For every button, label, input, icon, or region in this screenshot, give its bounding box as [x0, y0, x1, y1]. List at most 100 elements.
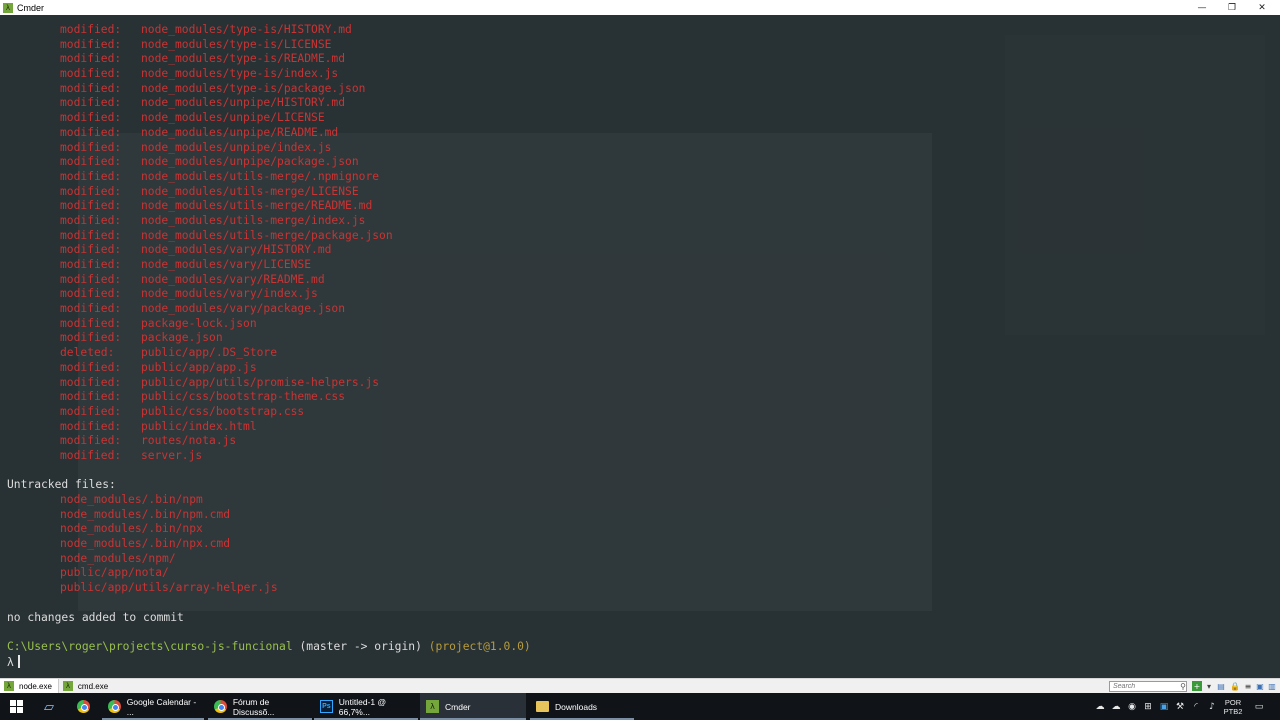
start-button[interactable] — [0, 693, 32, 720]
git-status: deleted: — [60, 346, 115, 360]
restore-button[interactable]: ❐ — [1217, 0, 1247, 15]
terminal-output: modified: node_modules/type-is/HISTORY.md… — [7, 23, 531, 669]
folder-icon — [536, 701, 549, 712]
prompt-path: C:\Users\roger\projects\curso-js-funcion… — [7, 639, 293, 653]
git-status: modified: — [60, 316, 122, 330]
changed-file-line: modified: node_modules/utils-merge/.npmig… — [7, 170, 531, 185]
file-path: node_modules/vary/README.md — [141, 272, 325, 286]
changed-file-line: modified: node_modules/type-is/index.js — [7, 67, 531, 82]
split-view-icon[interactable]: ▤ — [1216, 681, 1226, 691]
cmder-search-input[interactable] — [1109, 681, 1187, 692]
changed-file-line: modified: node_modules/vary/LICENSE — [7, 258, 531, 273]
settings-menu-icon[interactable]: ≡ — [1243, 681, 1253, 691]
git-status: modified: — [60, 67, 122, 81]
untracked-file-line: public/app/utils/array-helper.js — [60, 581, 278, 595]
tile-pane-icon[interactable]: ▥ — [1267, 681, 1277, 691]
minimize-button[interactable]: — — [1187, 0, 1217, 15]
git-status: modified: — [60, 52, 122, 66]
cloud-icon[interactable]: ☁ — [1093, 693, 1107, 720]
new-console-icon[interactable]: + — [1192, 681, 1202, 691]
taskbar-app-label: Downloads — [555, 701, 598, 712]
cmder-tab-bar: λ node.exe λ cmd.exe ⚲ + ▾ ▤ 🔒 ≡ ▣ ▥ — [0, 678, 1280, 693]
package-version: (project@1.0.0) — [428, 639, 531, 653]
git-status: modified: — [60, 184, 122, 198]
cmder-tabs: λ node.exe λ cmd.exe — [0, 679, 114, 693]
command-input-line[interactable]: λ — [7, 654, 531, 670]
network-share-icon[interactable]: ⊞ — [1141, 693, 1155, 720]
close-button[interactable]: ✕ — [1247, 0, 1277, 15]
disc-icon[interactable]: ◉ — [1125, 693, 1139, 720]
title-bar[interactable]: λ Cmder — ❐ ✕ — [0, 0, 1280, 15]
git-status: modified: — [60, 419, 122, 433]
skype-icon[interactable]: ▣ — [1157, 693, 1171, 720]
tools-icon[interactable]: ⚒ — [1173, 693, 1187, 720]
taskbar-app-label: Cmder — [445, 701, 471, 712]
taskbar-app-button[interactable]: λ Cmder — [420, 693, 526, 720]
changed-file-line: modified: node_modules/utils-merge/index.… — [7, 214, 531, 229]
cmder-app-icon: λ — [3, 2, 13, 13]
changed-file-line: modified: node_modules/unpipe/index.js — [7, 141, 531, 156]
taskbar-app-button[interactable]: Ps Untitled-1 @ 66,7%... — [314, 693, 418, 720]
taskbar-app-label: Untitled-1 @ 66,7%... — [338, 696, 387, 717]
cmder-icon: λ — [4, 681, 14, 691]
file-path: public/app/.DS_Store — [141, 346, 278, 360]
untracked-file-line: node_modules/.bin/npm.cmd — [60, 507, 231, 521]
search-icon[interactable]: ⚲ — [1178, 681, 1188, 691]
git-status: modified: — [60, 375, 122, 389]
file-path: package.json — [141, 331, 223, 345]
git-status: modified: — [60, 155, 122, 169]
file-path: node_modules/type-is/LICENSE — [141, 37, 332, 51]
console-tab[interactable]: λ cmd.exe — [59, 679, 114, 693]
git-status: modified: — [60, 360, 122, 374]
windows-taskbar: ▱ Google Calendar - ... Fórum de Discussõ… — [0, 693, 1280, 720]
terminal-console[interactable]: modified: node_modules/type-is/HISTORY.md… — [0, 15, 1280, 678]
file-path: public/css/bootstrap.css — [141, 404, 305, 418]
chevron-down-icon[interactable]: ▾ — [1204, 681, 1214, 691]
git-status: modified: — [60, 169, 122, 183]
changed-file-line: modified: node_modules/utils-merge/README… — [7, 199, 531, 214]
git-status: modified: — [60, 96, 122, 110]
changed-file-line: modified: public/app/app.js — [7, 361, 531, 376]
text-cursor — [17, 654, 20, 668]
windows-logo-icon — [9, 700, 23, 713]
changed-file-line: modified: public/index.html — [7, 420, 531, 435]
taskbar-app-button[interactable]: Google Calendar - ... — [102, 693, 204, 720]
git-status: modified: — [60, 302, 122, 316]
file-path: node_modules/vary/LICENSE — [141, 258, 312, 271]
cmder-icon: λ — [426, 700, 439, 713]
lock-icon[interactable]: 🔒 — [1230, 681, 1240, 691]
changed-file-line: modified: public/css/bootstrap-theme.css — [7, 390, 531, 405]
changed-file-line: modified: server.js — [7, 449, 531, 464]
file-path: node_modules/utils-merge/.npmignore — [141, 169, 380, 183]
photoshop-icon: Ps — [320, 700, 333, 713]
file-path: node_modules/unpipe/LICENSE — [141, 111, 325, 125]
volume-icon[interactable]: ♪ — [1205, 693, 1219, 720]
git-branch: (master -> origin) — [299, 639, 422, 653]
taskbar-app-button[interactable]: Downloads — [530, 693, 634, 720]
file-path: node_modules/unpipe/index.js — [141, 140, 332, 154]
task-view-icon[interactable]: ▱ — [36, 693, 62, 720]
chrome-pinned-button[interactable] — [68, 693, 98, 720]
untracked-header: Untracked files: — [7, 478, 116, 492]
input-language[interactable]: POR PTB2 — [1219, 693, 1247, 720]
console-tab[interactable]: λ node.exe — [0, 679, 59, 693]
file-path: node_modules/utils-merge/README.md — [141, 199, 373, 213]
wifi-icon[interactable]: ◜ — [1189, 693, 1203, 720]
maximize-pane-icon[interactable]: ▣ — [1255, 681, 1265, 691]
file-path: node_modules/type-is/HISTORY.md — [141, 23, 352, 36]
taskbar-app-label: Fórum de Discussõ... — [232, 696, 275, 717]
notification-icon[interactable]: ▭ — [1251, 693, 1267, 720]
commit-summary: no changes added to commit — [7, 610, 184, 624]
git-status: modified: — [60, 23, 122, 36]
language-code: POR — [1224, 697, 1242, 707]
file-path: node_modules/unpipe/README.md — [141, 125, 339, 139]
changed-file-line: modified: node_modules/unpipe/README.md — [7, 126, 531, 141]
onedrive-icon[interactable]: ☁ — [1109, 693, 1123, 720]
file-path: public/index.html — [141, 419, 257, 433]
changed-file-line: modified: package.json — [7, 331, 531, 346]
changed-file-line: modified: node_modules/vary/HISTORY.md — [7, 243, 531, 258]
console-tab-label: cmd.exe — [77, 681, 109, 691]
background-image-side — [1005, 35, 1265, 335]
taskbar-app-button[interactable]: Fórum de Discussõ... — [208, 693, 312, 720]
prompt-line: C:\Users\roger\projects\curso-js-funcion… — [7, 640, 531, 655]
